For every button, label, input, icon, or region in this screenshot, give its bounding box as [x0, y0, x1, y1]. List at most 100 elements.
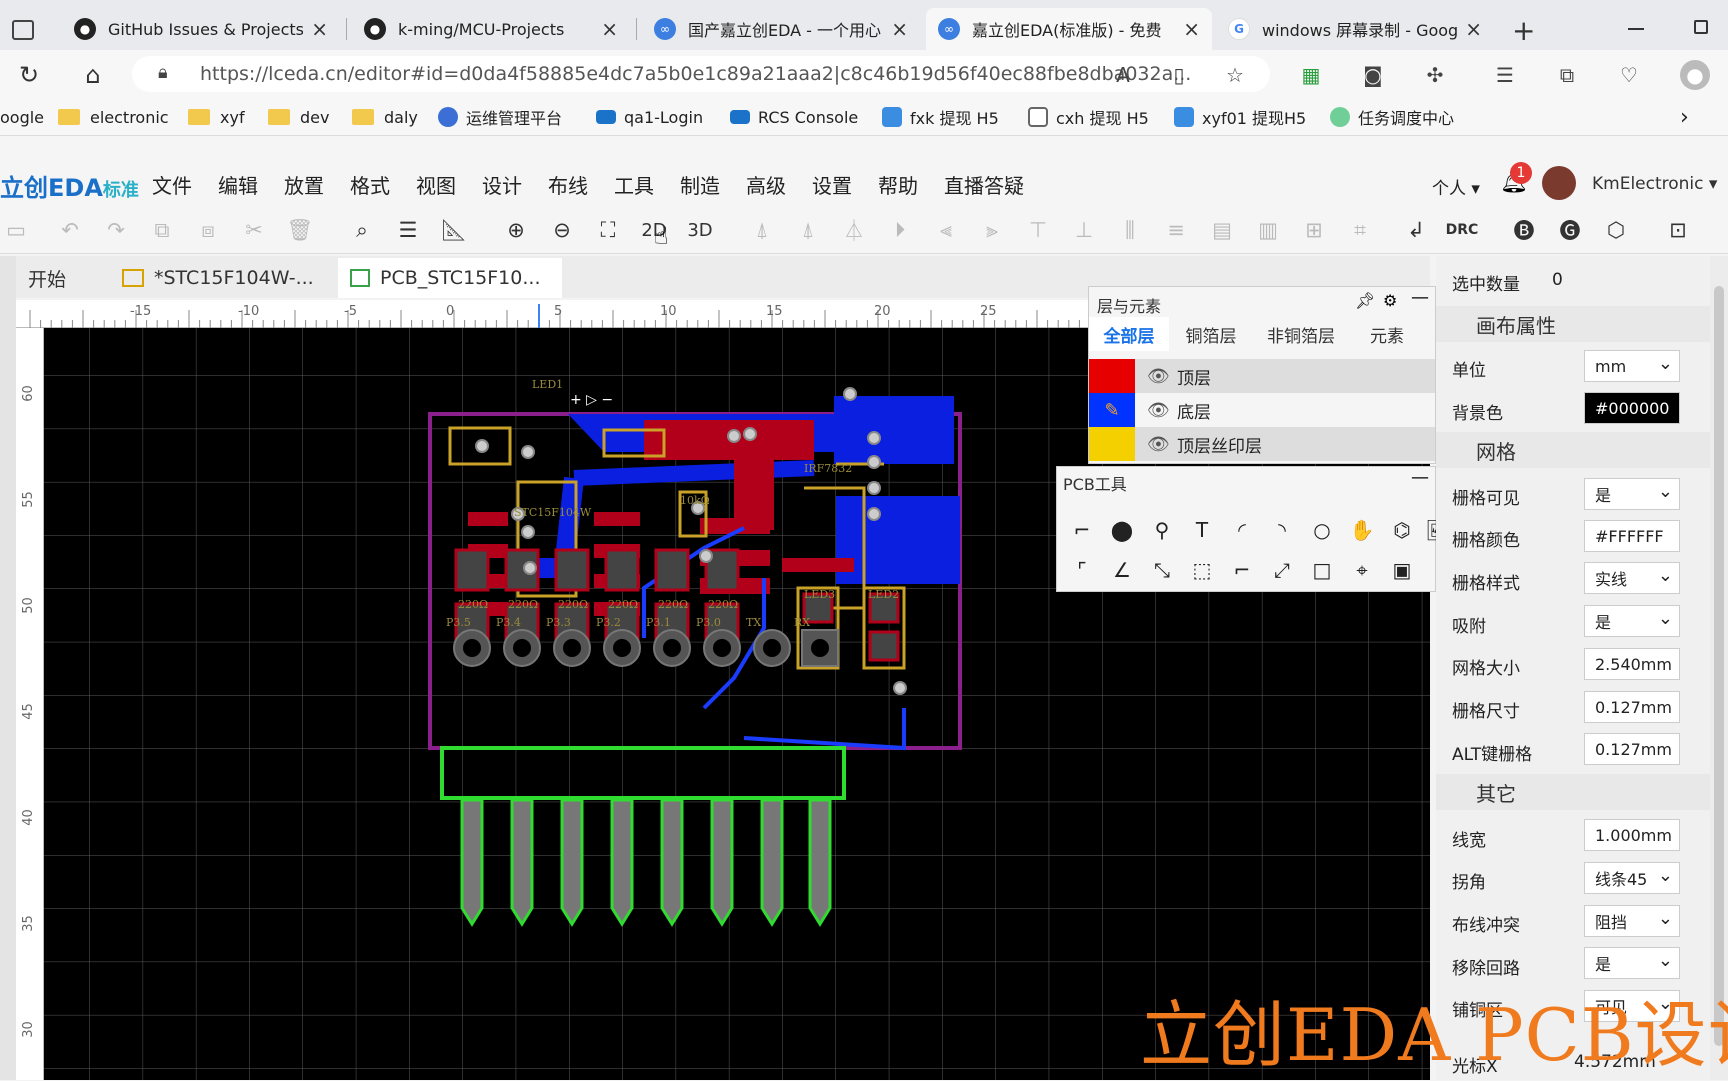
- drill[interactable]: [663, 639, 681, 657]
- header-pin[interactable]: [760, 798, 784, 927]
- bookmark-item[interactable]: fxk 提现 H5: [882, 102, 999, 132]
- doc-tab-pcb-active[interactable]: PCB_STC15F10...: [338, 258, 562, 298]
- layer-row-bottom[interactable]: ✎ 👁︎ 底层: [1089, 393, 1435, 427]
- qr-extension-icon[interactable]: ▦: [1296, 60, 1326, 90]
- close-icon[interactable]: ×: [311, 17, 328, 41]
- left-collapse-strip[interactable]: [0, 256, 16, 1080]
- via[interactable]: [727, 429, 741, 443]
- measure-tool-icon[interactable]: ⤢: [1267, 555, 1297, 585]
- new-tab-button[interactable]: +: [1512, 14, 1535, 47]
- align-hcenter-icon[interactable]: ≡: [1160, 214, 1192, 246]
- pin-icon[interactable]: 📌︎: [1355, 291, 1375, 310]
- eye-icon[interactable]: 👁︎: [1147, 434, 1177, 455]
- zoom-in-icon[interactable]: ⊕: [500, 214, 532, 246]
- header-pin[interactable]: [660, 798, 684, 927]
- redo-icon[interactable]: ↷: [100, 214, 132, 246]
- fit-view-icon[interactable]: ⛶: [592, 214, 624, 246]
- header-pin[interactable]: [560, 798, 584, 927]
- via[interactable]: [475, 439, 489, 453]
- maximize-icon[interactable]: [1694, 20, 1708, 34]
- alt-grid-input[interactable]: 0.127mm: [1584, 733, 1680, 765]
- ruler-icon[interactable]: 📐︎: [438, 214, 470, 246]
- save-icon[interactable]: ▭: [0, 214, 32, 246]
- via[interactable]: [867, 431, 881, 445]
- tab-non-copper-layers[interactable]: 非铜箔层: [1253, 317, 1349, 351]
- browser-tab-3[interactable]: ∞ 国产嘉立创EDA - 一个用心 ×: [642, 8, 920, 50]
- close-icon[interactable]: ×: [1465, 17, 1482, 41]
- browser-tab-4-active[interactable]: ∞ 嘉立创EDA(标准版) - 免费 ×: [926, 8, 1212, 50]
- flip-icon[interactable]: ⏵: [884, 214, 916, 246]
- arc-center-tool-icon[interactable]: ◝: [1267, 515, 1297, 545]
- copy-icon[interactable]: ⧉: [146, 214, 178, 246]
- pad-tool-icon[interactable]: ⬤: [1107, 515, 1137, 545]
- favorites-list-icon[interactable]: ☰: [1490, 60, 1520, 90]
- header-pin[interactable]: [460, 798, 484, 927]
- via[interactable]: [867, 507, 881, 521]
- via[interactable]: [867, 455, 881, 469]
- bookmark-folder[interactable]: dev: [268, 102, 329, 132]
- bookmark-item[interactable]: oogle: [0, 102, 44, 132]
- other-section-header[interactable]: 其它: [1436, 774, 1710, 810]
- chevron-right-icon[interactable]: ›: [1680, 102, 1689, 132]
- menu-edit[interactable]: 编辑: [218, 170, 258, 199]
- menu-tools[interactable]: 工具: [614, 170, 654, 199]
- align-left-icon[interactable]: ⫷: [930, 214, 962, 246]
- browser-tab-5[interactable]: G windows 屏幕录制 - Goog ×: [1216, 8, 1494, 50]
- image-export-icon[interactable]: ⊡: [1662, 214, 1694, 246]
- tab-copper-layers[interactable]: 铜箔层: [1171, 317, 1251, 351]
- close-icon[interactable]: ×: [891, 17, 908, 41]
- minimize-icon[interactable]: —: [1411, 467, 1429, 488]
- bookmark-item[interactable]: cxh 提现 H5: [1028, 102, 1149, 132]
- layer-color[interactable]: [1089, 427, 1135, 461]
- arc-tool-icon[interactable]: ◜: [1227, 515, 1257, 545]
- distribute-icon[interactable]: ▥: [1252, 214, 1284, 246]
- menu-design[interactable]: 设计: [482, 170, 522, 199]
- header-pin[interactable]: [610, 798, 634, 927]
- angle-tool-icon[interactable]: ∠: [1107, 555, 1137, 585]
- close-icon[interactable]: ×: [1183, 17, 1200, 41]
- align-top-icon[interactable]: ⊤: [1022, 214, 1054, 246]
- grid-section-header[interactable]: 网格: [1436, 432, 1710, 468]
- tab-all-layers[interactable]: 全部层: [1089, 317, 1169, 351]
- performance-icon[interactable]: ♡: [1614, 60, 1644, 90]
- minimize-icon[interactable]: [1628, 28, 1644, 30]
- via[interactable]: [867, 481, 881, 495]
- menu-help[interactable]: 帮助: [878, 170, 918, 199]
- undo-icon[interactable]: ↶: [54, 214, 86, 246]
- bookmark-item[interactable]: xyf01 提现H5: [1174, 102, 1306, 132]
- drill[interactable]: [811, 639, 829, 657]
- favorite-star-icon[interactable]: ☆: [1220, 60, 1250, 90]
- read-aloud-icon[interactable]: A: [1108, 60, 1138, 90]
- user-menu[interactable]: 个人 ▾: [1432, 174, 1480, 199]
- polygon-tool-icon[interactable]: ⌐: [1227, 555, 1257, 585]
- menu-advanced[interactable]: 高级: [746, 170, 786, 199]
- close-icon[interactable]: ×: [601, 17, 618, 41]
- layer-color[interactable]: [1089, 359, 1135, 393]
- scroll-thumb[interactable]: [1714, 286, 1724, 1046]
- corner-select[interactable]: 线条45: [1584, 862, 1680, 894]
- drill[interactable]: [713, 639, 731, 657]
- bookmark-folder[interactable]: daly: [352, 102, 418, 132]
- bookmark-item[interactable]: 运维管理平台: [438, 102, 562, 132]
- solid-region-icon[interactable]: ⬚: [1187, 555, 1217, 585]
- menu-view[interactable]: 视图: [416, 170, 456, 199]
- view-3d-button[interactable]: 3D: [684, 214, 716, 246]
- minimize-icon[interactable]: —: [1411, 287, 1429, 308]
- bookmark-item[interactable]: qa1-Login: [596, 102, 703, 132]
- collections-icon[interactable]: ⧉: [1552, 60, 1582, 90]
- drill[interactable]: [613, 639, 631, 657]
- circle-tool-icon[interactable]: ○: [1307, 515, 1337, 545]
- drill[interactable]: [463, 639, 481, 657]
- resistor-pad[interactable]: [604, 548, 640, 592]
- via[interactable]: [521, 445, 535, 459]
- header-pin[interactable]: [710, 798, 734, 927]
- bookmark-item[interactable]: RCS Console: [730, 102, 858, 132]
- browser-tab-1[interactable]: ● GitHub Issues & Projects - ×: [62, 8, 340, 50]
- split-screen-icon[interactable]: ▯: [1164, 60, 1194, 90]
- grid-style-select[interactable]: 实线: [1584, 562, 1680, 594]
- vertical-scrollbar[interactable]: [1710, 256, 1728, 1080]
- drill[interactable]: [513, 639, 531, 657]
- resistor-pad[interactable]: [454, 548, 490, 592]
- board-icon[interactable]: 🅑: [1508, 214, 1540, 246]
- via[interactable]: [523, 561, 537, 575]
